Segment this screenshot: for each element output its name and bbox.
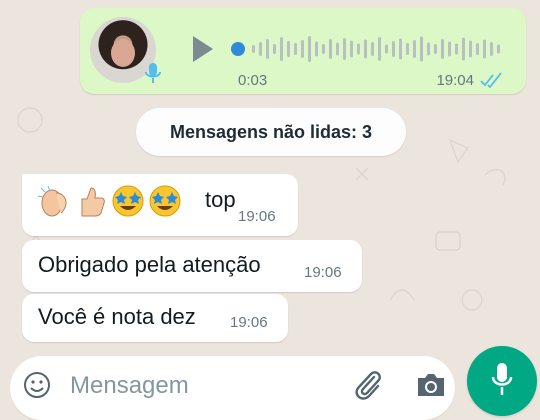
waveform-bar (252, 45, 255, 53)
waveform-bar (427, 42, 430, 56)
waveform-bar (301, 40, 304, 58)
waveform-bar (476, 43, 479, 55)
waveform-bar (455, 43, 458, 55)
microphone-icon (145, 63, 161, 83)
waveform-bar (469, 40, 472, 58)
waveform-bar (336, 42, 339, 56)
waveform-bar (357, 43, 360, 55)
message-text: Obrigado pela atenção (38, 252, 261, 277)
camera-icon[interactable] (414, 370, 448, 400)
message-bubble: top 19:06 (22, 174, 298, 236)
microphone-icon (491, 363, 513, 395)
waveform-bar (329, 39, 332, 59)
message-time: 19:06 (230, 314, 268, 331)
waveform-bar (371, 42, 374, 56)
waveform-bar (399, 38, 402, 60)
waveform-bar (392, 41, 395, 57)
emoji-message (36, 184, 183, 218)
waveform-bar (350, 40, 353, 58)
message-input[interactable] (68, 367, 342, 405)
message-time: 19:06 (238, 208, 276, 225)
send-voice-button[interactable] (467, 346, 537, 416)
waveform-bar (497, 44, 500, 54)
waveform-bar (280, 37, 283, 61)
waveform-bar (266, 39, 269, 59)
paperclip-icon[interactable] (352, 368, 384, 402)
clapping-hands-icon (37, 185, 67, 217)
waveform-bar (434, 44, 437, 54)
waveform-bar (364, 39, 367, 59)
waveform-bar (315, 41, 318, 57)
waveform-bar (378, 37, 381, 61)
waveform-bar (308, 36, 311, 62)
voice-message-bubble: 0:03 19:04 (80, 8, 526, 94)
waveform-bar (294, 43, 297, 55)
double-check-icon (480, 72, 502, 88)
waveform-bar (385, 44, 388, 54)
unread-messages-banner: Mensagens não lidas: 3 (136, 108, 406, 156)
message-text: Você é nota dez (38, 304, 196, 329)
waveform-bar (273, 44, 276, 54)
voice-timestamp: 19:04 (436, 72, 474, 89)
waveform-bar (413, 40, 416, 58)
voice-duration: 0:03 (238, 72, 268, 89)
waveform-bar (441, 39, 444, 59)
message-bubble: Obrigado pela atenção 19:06 (22, 240, 362, 292)
message-time: 19:06 (304, 264, 342, 281)
emoji-icon[interactable] (22, 370, 52, 400)
waveform-bar (343, 38, 346, 60)
message-bubble: Você é nota dez 19:06 (22, 294, 288, 342)
waveform-bar (483, 39, 486, 59)
waveform-bar (490, 42, 493, 56)
message-text: top (205, 187, 236, 212)
play-icon[interactable] (186, 33, 218, 65)
waveform-bar (462, 37, 465, 61)
waveform-bar (259, 42, 262, 56)
star-eyes-emoji-icon (149, 185, 181, 217)
message-composer (10, 356, 455, 420)
waveform-bar (406, 43, 409, 55)
waveform-bar (322, 44, 325, 54)
thumbs-up-icon (81, 187, 105, 217)
star-eyes-emoji-icon (112, 185, 144, 217)
waveform-bar (448, 41, 451, 57)
waveform-bar (420, 36, 423, 62)
waveform-bar (287, 41, 290, 57)
audio-waveform[interactable] (230, 32, 506, 66)
